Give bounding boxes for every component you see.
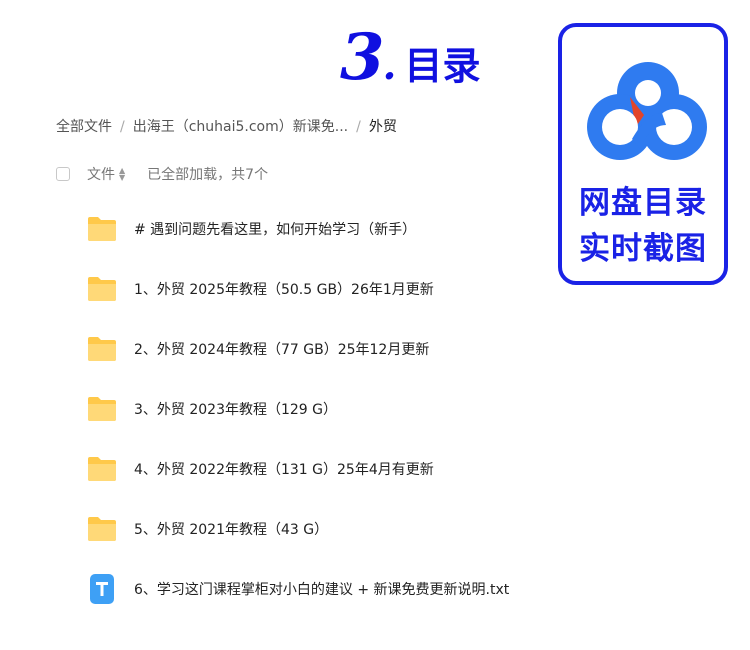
file-name[interactable]: # 遇到问题先看这里，如何开始学习（新手） (134, 219, 416, 239)
select-all-checkbox[interactable] (56, 167, 70, 181)
badge-line-2: 实时截图 (579, 231, 707, 267)
loaded-status: 已全部加载，共7个 (147, 167, 269, 183)
list-item[interactable]: 5、外贸 2021年教程（43 G） (86, 511, 328, 547)
badge-line-1: 网盘目录 (579, 185, 707, 221)
list-item[interactable]: 3、外贸 2023年教程（129 G） (86, 391, 337, 427)
folder-icon (88, 277, 116, 301)
netdisk-badge: 网盘目录 实时截图 (558, 23, 728, 285)
txt-file-icon (90, 574, 114, 604)
file-name[interactable]: 3、外贸 2023年教程（129 G） (134, 399, 337, 419)
list-item[interactable]: 4、外贸 2022年教程（131 G）25年4月有更新 (86, 451, 434, 487)
file-name[interactable]: 1、外贸 2025年教程（50.5 GB）26年1月更新 (134, 279, 434, 299)
folder-icon (88, 397, 116, 421)
heading-text: 目录 (404, 43, 481, 88)
baidu-netdisk-cloud-icon (587, 62, 707, 160)
file-name[interactable]: 5、外贸 2021年教程（43 G） (134, 519, 328, 539)
file-name[interactable]: 4、外贸 2022年教程（131 G）25年4月有更新 (134, 459, 434, 479)
list-header: 文件 ▲ ▼ 已全部加载，共7个 (56, 164, 268, 184)
breadcrumb: 全部文件 / 出海王（chuhai5.com）新课免... / 外贸 (56, 116, 397, 136)
list-item[interactable]: 1、外贸 2025年教程（50.5 GB）26年1月更新 (86, 271, 434, 307)
breadcrumb-separator: / (120, 119, 125, 135)
breadcrumb-course-folder[interactable]: 出海王（chuhai5.com）新课免... (133, 116, 348, 136)
heading-number: 3 (340, 20, 385, 95)
file-name[interactable]: 6、学习这门课程掌柜对小白的建议 + 新课免费更新说明.txt (134, 579, 509, 599)
file-name[interactable]: 2、外贸 2024年教程（77 GB）25年12月更新 (134, 339, 429, 359)
breadcrumb-separator: / (356, 119, 361, 135)
folder-icon (88, 457, 116, 481)
page-heading: 3 . 目录 (340, 20, 481, 95)
breadcrumb-all-files[interactable]: 全部文件 (56, 116, 112, 136)
list-item[interactable]: 6、学习这门课程掌柜对小白的建议 + 新课免费更新说明.txt (86, 571, 509, 607)
list-item[interactable]: 2、外贸 2024年教程（77 GB）25年12月更新 (86, 331, 429, 367)
heading-dot: . (382, 42, 397, 89)
name-column-header[interactable]: 文件 ▲ ▼ (87, 164, 125, 184)
name-column-label: 文件 (87, 167, 115, 183)
folder-icon (88, 217, 116, 241)
breadcrumb-current: 外贸 (368, 119, 397, 135)
folder-icon (88, 337, 116, 361)
folder-icon (88, 517, 116, 541)
sort-arrows-icon[interactable]: ▲ ▼ (119, 167, 125, 182)
list-item[interactable]: # 遇到问题先看这里，如何开始学习（新手） (86, 211, 416, 247)
